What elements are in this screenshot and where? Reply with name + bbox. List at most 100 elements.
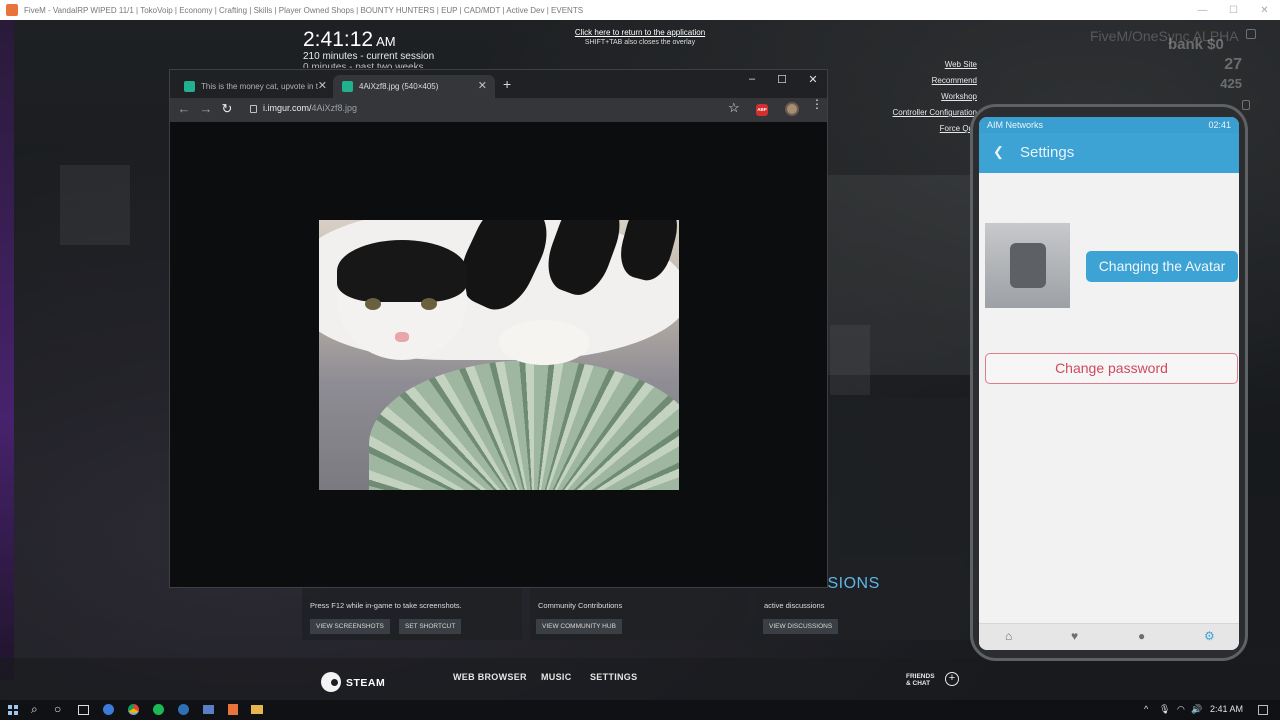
- search-icon[interactable]: ⌕: [31, 702, 38, 717]
- app-icon[interactable]: [203, 705, 214, 714]
- tab-imgur-image[interactable]: 4AiXzf8.jpg (540×405) ✕: [333, 75, 495, 98]
- reload-button[interactable]: ↻: [218, 101, 236, 117]
- browser-minimize-button[interactable]: –: [742, 73, 762, 85]
- windows-taskbar: ⌕ ○ ^ 🎙 ◠ 🔊 2:41 AM: [0, 700, 1280, 720]
- cat-head: [337, 240, 467, 360]
- forward-button[interactable]: →: [197, 101, 215, 116]
- spotify-icon[interactable]: [153, 704, 164, 715]
- overlay-panel: [828, 398, 976, 558]
- chat-icon[interactable]: ●: [1138, 629, 1145, 643]
- chrome-icon[interactable]: [128, 704, 139, 715]
- steam-logo-text[interactable]: STEAM: [346, 677, 385, 689]
- tab-label: 4AiXzf8.jpg (540×405): [359, 82, 439, 91]
- menu-icon[interactable]: ⋮: [811, 98, 823, 110]
- browser-maximize-button[interactable]: ☐: [772, 73, 792, 86]
- overlay-links: Web Site Recommend Workshop Controller C…: [893, 59, 978, 139]
- view-discussions-button[interactable]: VIEW DISCUSSIONS: [763, 619, 839, 634]
- volume-icon[interactable]: 🔊: [1191, 704, 1202, 715]
- view-community-hub-button[interactable]: VIEW COMMUNITY HUB: [536, 619, 622, 634]
- file-explorer-icon[interactable]: [251, 705, 263, 714]
- microphone-icon[interactable]: 🎙: [1159, 704, 1170, 715]
- overlay-clock: 2:41:12 AM: [303, 28, 396, 52]
- phone: AIM Networks 02:41 ❮ Settings Changing t…: [970, 104, 1248, 661]
- steam-taskbar-icon[interactable]: [178, 704, 189, 715]
- link-controller-config[interactable]: Controller Configuration: [893, 107, 978, 123]
- browser-toolbar: ← → ↻ i.imgur.com/4AiXzf8.jpg ☆ ABP ⋮: [170, 98, 827, 122]
- imgur-favicon-icon: [184, 81, 195, 92]
- imgur-favicon-icon: [342, 81, 353, 92]
- overlay-web-browser: This is the money cat, upvote in t ✕ 4Ai…: [169, 69, 828, 588]
- discussions-desc: active discussions: [764, 601, 825, 610]
- cash-fan: [369, 360, 679, 490]
- lock-icon: [250, 105, 257, 113]
- cat-paw: [499, 320, 589, 365]
- window-title: FiveM - VandalRP WIPED 11/1 | TokoVoip |…: [24, 5, 584, 15]
- chat-label: & CHAT: [906, 680, 931, 687]
- link-web-site[interactable]: Web Site: [893, 59, 977, 75]
- money-cat-image: [319, 220, 679, 490]
- screenshots-desc: Press F12 while in-game to take screensh…: [310, 601, 462, 610]
- fivem-app-icon: [6, 4, 18, 16]
- return-shortcut-hint: SHIFT+TAB also closes the overlay: [584, 39, 696, 46]
- adblock-icon[interactable]: ABP: [756, 104, 768, 116]
- hud-stat-1: 27: [1224, 56, 1242, 73]
- friends-chat-button[interactable]: FRIENDS & CHAT: [906, 673, 935, 687]
- tab-label: This is the money cat, upvote in t: [201, 82, 318, 91]
- tab-reddit-post[interactable]: This is the money cat, upvote in t ✕: [175, 75, 335, 98]
- notifications-icon[interactable]: [1258, 705, 1268, 715]
- fivem-taskbar-icon[interactable]: [228, 704, 238, 715]
- address-bar[interactable]: i.imgur.com/4AiXzf8.jpg: [263, 103, 357, 113]
- edge-browser-icon[interactable]: [103, 704, 114, 715]
- phone-carrier: AIM Networks: [987, 120, 1044, 130]
- clock-time: 2:41:12: [303, 28, 374, 51]
- tab-close-icon[interactable]: ✕: [318, 75, 327, 98]
- home-icon[interactable]: ⌂: [1005, 629, 1012, 643]
- network-icon[interactable]: ◠: [1177, 704, 1185, 715]
- windows-start-icon[interactable]: [8, 705, 18, 715]
- nav-settings[interactable]: SETTINGS: [590, 672, 637, 682]
- link-recommend[interactable]: Recommend: [893, 75, 977, 91]
- hud-icon: [1246, 29, 1256, 39]
- back-icon[interactable]: ❮: [993, 144, 1004, 160]
- nav-music[interactable]: MUSIC: [541, 672, 572, 682]
- nav-web-browser[interactable]: WEB BROWSER: [453, 672, 527, 682]
- hud-icon: [1242, 100, 1250, 110]
- gear-icon[interactable]: ⚙: [1204, 629, 1215, 643]
- task-view-icon[interactable]: [78, 705, 89, 715]
- back-button[interactable]: ←: [175, 101, 193, 116]
- url-host: i.imgur.com/: [263, 103, 312, 113]
- tray-overflow-icon[interactable]: ^: [1144, 704, 1148, 714]
- set-shortcut-button[interactable]: SET SHORTCUT: [399, 619, 462, 634]
- cat-head-dark: [337, 240, 467, 302]
- past-two-weeks: 0 minutes - past two weeks: [303, 62, 424, 68]
- new-tab-button[interactable]: +: [503, 76, 511, 92]
- return-to-app: Click here to return to the application …: [540, 28, 740, 48]
- profile-avatar[interactable]: [785, 102, 799, 116]
- link-workshop[interactable]: Workshop: [893, 91, 977, 107]
- hud-bank: bank $0: [1168, 36, 1224, 53]
- window-close-button[interactable]: ✕: [1249, 5, 1280, 16]
- steam-logo-icon[interactable]: [321, 672, 341, 692]
- bookmark-star-icon[interactable]: ☆: [728, 100, 740, 116]
- cat-eye: [365, 298, 381, 310]
- friends-label: FRIENDS: [906, 673, 935, 680]
- add-friend-icon[interactable]: +: [945, 672, 959, 686]
- window-minimize-button[interactable]: —: [1187, 5, 1218, 16]
- view-screenshots-button[interactable]: VIEW SCREENSHOTS: [310, 619, 390, 634]
- avatar: [985, 223, 1070, 308]
- change-avatar-button[interactable]: Changing the Avatar: [1086, 251, 1238, 282]
- fivem-window-titlebar: FiveM - VandalRP WIPED 11/1 | TokoVoip |…: [0, 0, 1280, 20]
- current-session: 210 minutes - current session: [303, 51, 435, 62]
- session-info: 210 minutes - current session 0 minutes …: [303, 51, 434, 68]
- heart-icon[interactable]: ♥: [1071, 629, 1078, 643]
- url-path: 4AiXzf8.jpg: [311, 103, 358, 113]
- window-maximize-button[interactable]: ☐: [1218, 5, 1249, 16]
- return-link[interactable]: Click here to return to the application: [540, 28, 740, 38]
- tab-close-icon[interactable]: ✕: [478, 75, 487, 98]
- browser-close-button[interactable]: ✕: [803, 73, 823, 86]
- phone-bottom-nav: ⌂ ♥ ● ⚙: [979, 623, 1239, 650]
- link-force-quit[interactable]: Force Quit: [893, 123, 977, 139]
- change-password-button[interactable]: Change password: [985, 353, 1238, 384]
- taskbar-clock[interactable]: 2:41 AM: [1210, 704, 1243, 714]
- cortana-icon[interactable]: ○: [54, 702, 61, 716]
